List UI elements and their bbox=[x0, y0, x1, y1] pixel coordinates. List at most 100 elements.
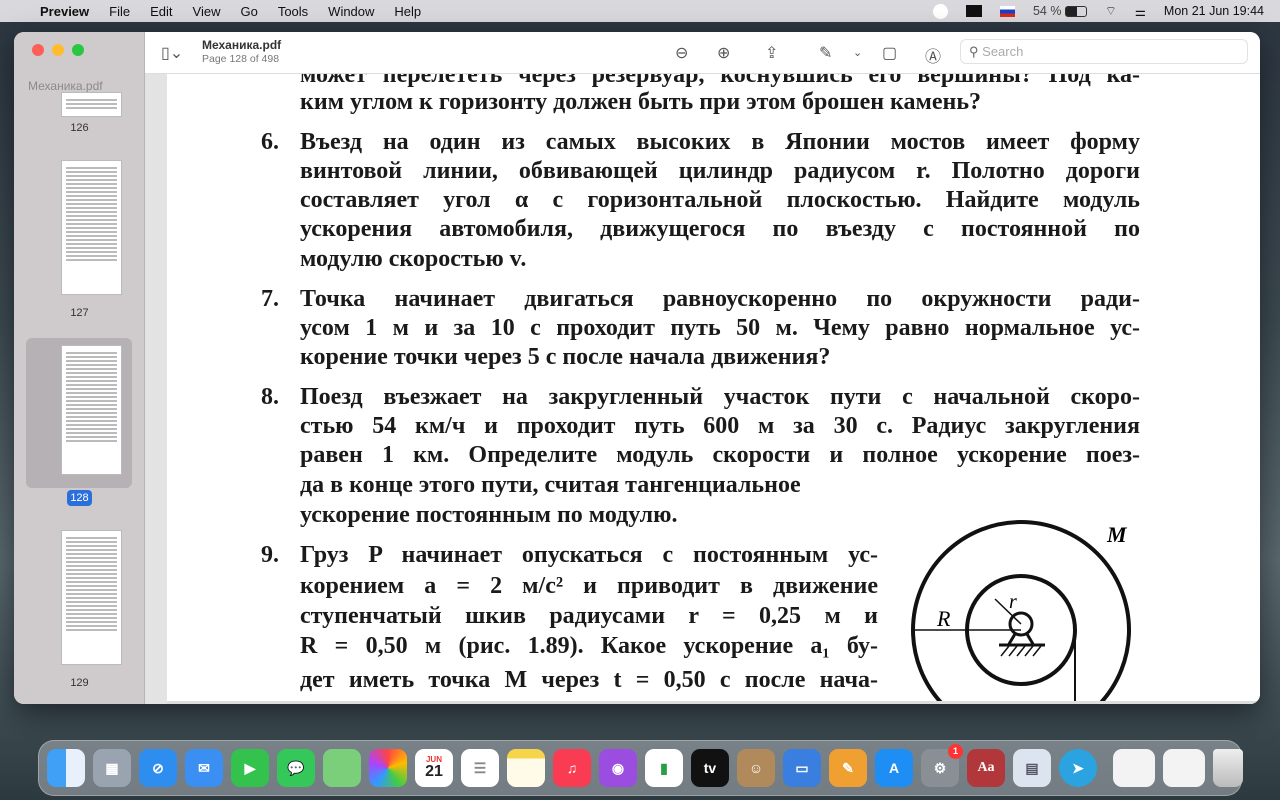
menu-app[interactable]: Preview bbox=[40, 4, 89, 19]
text-line: модулю скоростью v. bbox=[300, 246, 527, 272]
launchpad-icon[interactable]: ▦ bbox=[93, 749, 131, 787]
numbers-icon[interactable]: ▮ bbox=[645, 749, 683, 787]
toolbar: ▯⌄ Механика.pdf Page 128 of 498 ⊖ ⊕ ⇪ ✎ … bbox=[145, 32, 1260, 74]
document-area[interactable]: может перелететь через резервуар, коснув… bbox=[145, 74, 1260, 704]
minimize-button[interactable] bbox=[52, 44, 64, 56]
messages-icon[interactable]: 💬 bbox=[277, 749, 315, 787]
recent-document-1[interactable] bbox=[1113, 749, 1155, 787]
clock[interactable]: Mon 21 Jun 19:44 bbox=[1164, 4, 1264, 18]
tv-label: tv bbox=[703, 760, 717, 776]
photos-icon[interactable] bbox=[369, 749, 407, 787]
preview-window: Механика.pdf 126 127 128 129 ▯⌄ Механика… bbox=[14, 32, 1260, 704]
figure-label-r: r bbox=[1009, 591, 1017, 613]
menu-edit[interactable]: Edit bbox=[150, 4, 172, 19]
search-input[interactable]: ⚲ Search bbox=[960, 39, 1248, 64]
chevron-down-icon[interactable]: ⌄ bbox=[853, 46, 862, 59]
text-line: корение точки через 5 с после начала дви… bbox=[300, 344, 831, 370]
document-title: Механика.pdf bbox=[202, 38, 282, 52]
text-line: Груз P начинает опускаться с постоянным … bbox=[300, 542, 878, 568]
markup-pen-icon[interactable]: ✎ bbox=[819, 43, 832, 63]
text-line: равен 1 км. Определите модуль скорости и… bbox=[300, 442, 1140, 468]
notification-badge: 1 bbox=[948, 744, 963, 759]
russian-flag-icon[interactable] bbox=[999, 5, 1015, 17]
music-icon[interactable]: ♫ bbox=[553, 749, 591, 787]
text-line: ускорение постоянным по модулю. bbox=[300, 502, 678, 528]
problem-number: 9. bbox=[261, 542, 279, 568]
zoom-button[interactable] bbox=[72, 44, 84, 56]
text-line: Точка начинает двигаться равноускоренно … bbox=[300, 286, 1140, 312]
close-button[interactable] bbox=[32, 44, 44, 56]
search-placeholder: Search bbox=[982, 44, 1024, 59]
system-preferences-icon[interactable]: ⚙ 1 bbox=[921, 744, 963, 787]
telegram-icon[interactable]: ➤ bbox=[1059, 749, 1097, 787]
menu-view[interactable]: View bbox=[193, 4, 221, 19]
figure-1-89: M r R bbox=[911, 520, 1131, 704]
text-line: Поезд въезжает на закругленный участок п… bbox=[300, 384, 1140, 410]
display-icon[interactable] bbox=[965, 5, 982, 17]
rotate-icon[interactable]: ▢ bbox=[882, 43, 897, 63]
notes-icon[interactable] bbox=[507, 749, 545, 787]
telegram-status-icon[interactable] bbox=[932, 3, 948, 19]
calendar-day: 21 bbox=[425, 763, 443, 780]
apple-tv-icon[interactable]: tv bbox=[691, 749, 729, 787]
keynote-icon[interactable]: ▭ bbox=[783, 749, 821, 787]
thumbnail-page-126[interactable] bbox=[61, 92, 122, 117]
page-label-127: 127 bbox=[70, 307, 89, 319]
app-store-icon[interactable]: A bbox=[875, 749, 913, 787]
text-line: Въезд на один из самых высоких в Японии … bbox=[300, 129, 1140, 155]
menu-go[interactable]: Go bbox=[240, 4, 257, 19]
share-icon[interactable]: ⇪ bbox=[765, 43, 778, 63]
contacts-icon[interactable]: ☺ bbox=[737, 749, 775, 787]
problem-number: 7. bbox=[261, 286, 279, 312]
pdf-page: может перелететь через резервуар, коснув… bbox=[167, 74, 1260, 704]
pages-icon[interactable]: ✎ bbox=[829, 749, 867, 787]
sidebar-toggle-icon[interactable]: ▯⌄ bbox=[161, 43, 183, 63]
menu-bar: Preview File Edit View Go Tools Window H… bbox=[0, 0, 1280, 22]
page-label-129: 129 bbox=[70, 677, 89, 689]
preview-icon[interactable]: ▤ bbox=[1013, 749, 1051, 787]
thumbnail-page-129[interactable] bbox=[61, 530, 122, 665]
zoom-in-icon[interactable]: ⊕ bbox=[717, 43, 730, 63]
dictionary-icon[interactable]: Aa bbox=[967, 749, 1005, 787]
thumbnail-page-127[interactable] bbox=[61, 160, 122, 295]
figure-label-M: M bbox=[1106, 522, 1128, 547]
page-label-126: 126 bbox=[70, 122, 89, 134]
control-center-icon[interactable]: ⚌ bbox=[1135, 4, 1146, 19]
text-line: дет иметь точка M через t = 0,50 с после… bbox=[300, 667, 878, 693]
menu-file[interactable]: File bbox=[109, 4, 130, 19]
text-line: может перелететь через резервуар, коснув… bbox=[300, 74, 1140, 88]
dock: ▦ ⊘ ✉ ▶ 💬 JUN 21 ☰ ♫ ◉ ▮ tv ☺ ▭ ✎ A ⚙ 1 Aa… bbox=[38, 740, 1243, 796]
battery-icon[interactable] bbox=[1064, 6, 1087, 18]
search-icon: ⚲ bbox=[969, 44, 979, 59]
facetime-icon[interactable]: ▶ bbox=[231, 749, 269, 787]
text-line: R = 0,50 м (рис. 1.89). Какое ускорение … bbox=[300, 633, 878, 659]
problem-number: 8. bbox=[261, 384, 279, 410]
menu-tools[interactable]: Tools bbox=[278, 4, 308, 19]
page-bottom-shadow bbox=[167, 701, 1260, 704]
zoom-out-icon[interactable]: ⊖ bbox=[675, 43, 688, 63]
page-label-128: 128 bbox=[67, 490, 92, 506]
podcasts-icon[interactable]: ◉ bbox=[599, 749, 637, 787]
finder-icon[interactable] bbox=[47, 749, 85, 787]
thumbnail-page-128[interactable] bbox=[61, 345, 122, 475]
text-line: винтовой линии, обвивающей цилиндр радиу… bbox=[300, 158, 1140, 184]
menu-window[interactable]: Window bbox=[328, 4, 374, 19]
wifi-icon[interactable]: ⌔ bbox=[1105, 3, 1117, 19]
safari-icon[interactable]: ⊘ bbox=[139, 749, 177, 787]
calendar-icon[interactable]: JUN 21 bbox=[415, 749, 453, 787]
maps-icon[interactable] bbox=[323, 749, 361, 787]
text-line: усом 1 м и за 10 с проходит путь 50 м. Ч… bbox=[300, 315, 1140, 341]
text-line: да в конце этого пути, считая тангенциал… bbox=[300, 472, 801, 498]
text-line: стью 54 км/ч и проходит путь 600 м за 30… bbox=[300, 413, 1140, 439]
recent-document-2[interactable] bbox=[1163, 749, 1205, 787]
text-line: ускорения автомобиля, движущегося по въе… bbox=[300, 216, 1140, 242]
mail-icon[interactable]: ✉ bbox=[185, 749, 223, 787]
trash-icon[interactable] bbox=[1213, 749, 1243, 787]
text-line: ступенчатый шкив радиусами r = 0,25 м и bbox=[300, 603, 878, 629]
page-indicator: Page 128 of 498 bbox=[202, 53, 280, 65]
text-line: ким углом к горизонту должен быть при эт… bbox=[300, 89, 982, 115]
menu-help[interactable]: Help bbox=[394, 4, 421, 19]
reminders-icon[interactable]: ☰ bbox=[461, 749, 499, 787]
annotate-icon[interactable]: Ⓐ bbox=[925, 43, 941, 67]
sidebar-title: Механика.pdf bbox=[28, 79, 103, 93]
